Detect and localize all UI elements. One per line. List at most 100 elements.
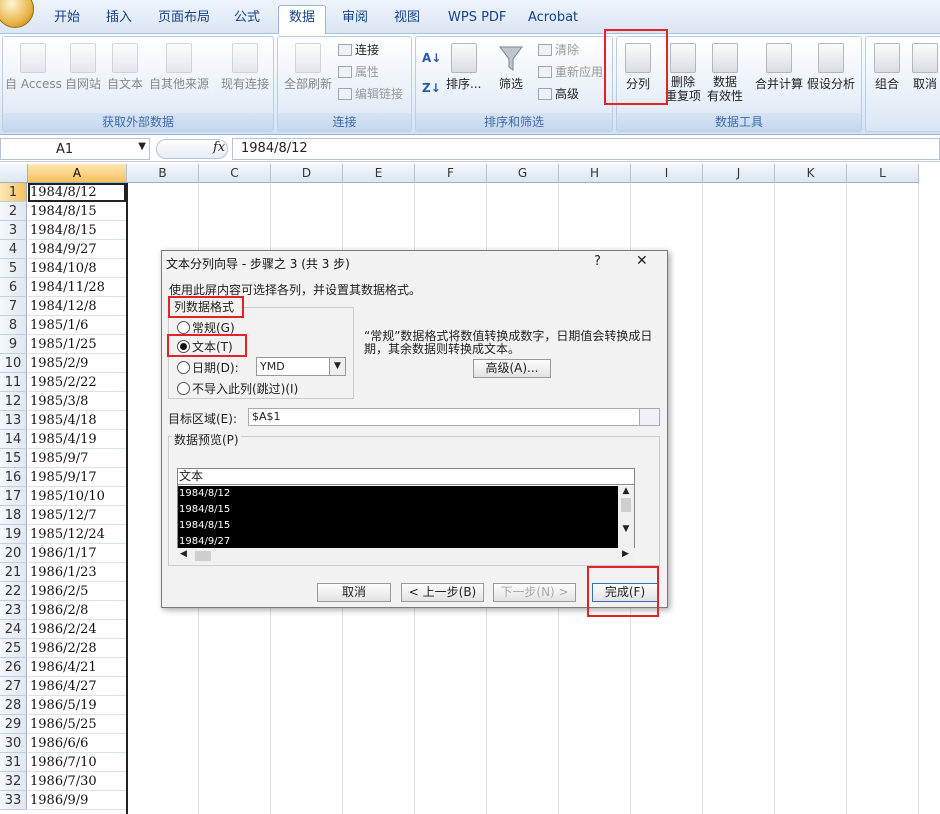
filter-button[interactable]: 筛选 bbox=[498, 43, 524, 92]
radio-skip-circle[interactable] bbox=[177, 382, 190, 395]
cell-a[interactable]: 1985/12/7 bbox=[28, 506, 126, 525]
next-button[interactable]: 下一步(N) > bbox=[493, 583, 576, 602]
row-header[interactable]: 16 bbox=[0, 468, 27, 487]
row-header[interactable]: 2 bbox=[0, 202, 27, 221]
cell-a[interactable]: 1985/12/24 bbox=[28, 525, 126, 544]
cell-a[interactable]: 1985/4/18 bbox=[28, 411, 126, 430]
row-header[interactable]: 10 bbox=[0, 354, 27, 373]
preview-horizontal-scrollbar[interactable]: ◀ ▶ bbox=[177, 549, 635, 563]
cell-a[interactable]: 1985/1/6 bbox=[28, 316, 126, 335]
row-header[interactable]: 12 bbox=[0, 392, 27, 411]
tab-data[interactable]: 数据 bbox=[278, 5, 327, 35]
cell-a[interactable]: 1986/2/24 bbox=[28, 620, 126, 639]
close-icon[interactable]: ✕ bbox=[636, 253, 648, 269]
radio-date[interactable]: 日期(D): bbox=[177, 359, 239, 376]
column-header-c[interactable]: C bbox=[199, 164, 271, 183]
name-box-dropdown-icon[interactable]: ▼ bbox=[138, 141, 146, 152]
row-header[interactable]: 7 bbox=[0, 297, 27, 316]
cell-a[interactable]: 1984/10/8 bbox=[28, 259, 126, 278]
cell-a[interactable]: 1984/11/28 bbox=[28, 278, 126, 297]
column-header-h[interactable]: H bbox=[559, 164, 631, 183]
cell-a[interactable]: 1985/2/9 bbox=[28, 354, 126, 373]
cell-a[interactable]: 1986/7/10 bbox=[28, 753, 126, 772]
row-header[interactable]: 22 bbox=[0, 582, 27, 601]
hscroll-thumb[interactable] bbox=[195, 551, 211, 561]
row-header[interactable]: 31 bbox=[0, 753, 27, 772]
scroll-left-icon[interactable]: ◀ bbox=[180, 549, 187, 559]
row-header[interactable]: 13 bbox=[0, 411, 27, 430]
column-header-e[interactable]: E bbox=[343, 164, 415, 183]
consolidate-button[interactable]: 合并计算 bbox=[755, 43, 803, 92]
scroll-right-icon[interactable]: ▶ bbox=[622, 549, 629, 559]
from-other-sources-button[interactable]: 自其他来源 bbox=[149, 43, 209, 92]
row-header[interactable]: 1 bbox=[0, 183, 27, 202]
scroll-up-icon[interactable]: ▲ bbox=[618, 486, 634, 496]
cell-a[interactable]: 1984/8/12 bbox=[28, 183, 126, 202]
cell-a[interactable]: 1986/7/30 bbox=[28, 772, 126, 791]
radio-date-circle[interactable] bbox=[177, 361, 190, 374]
cell-a[interactable]: 1985/10/10 bbox=[28, 487, 126, 506]
row-header[interactable]: 9 bbox=[0, 335, 27, 354]
tab-wps-pdf[interactable]: WPS PDF bbox=[438, 8, 516, 32]
edit-links-button[interactable]: 编辑链接 bbox=[338, 85, 403, 102]
refresh-all-button[interactable]: 全部刷新 bbox=[284, 43, 332, 92]
column-header-i[interactable]: I bbox=[631, 164, 703, 183]
row-header[interactable]: 27 bbox=[0, 677, 27, 696]
properties-button[interactable]: 属性 bbox=[338, 63, 379, 80]
cell-a[interactable]: 1986/4/27 bbox=[28, 677, 126, 696]
row-header[interactable]: 5 bbox=[0, 259, 27, 278]
column-header-b[interactable]: B bbox=[127, 164, 199, 183]
scroll-thumb[interactable] bbox=[621, 498, 631, 512]
cell-a[interactable]: 1986/4/21 bbox=[28, 658, 126, 677]
clear-button[interactable]: 清除 bbox=[538, 41, 579, 58]
row-header[interactable]: 6 bbox=[0, 278, 27, 297]
preview-vertical-scrollbar[interactable]: ▲ ▼ bbox=[618, 486, 634, 548]
cell-a[interactable]: 1984/8/15 bbox=[28, 202, 126, 221]
row-header[interactable]: 30 bbox=[0, 734, 27, 753]
reapply-button[interactable]: 重新应用 bbox=[538, 63, 603, 80]
cell-a[interactable]: 1986/1/17 bbox=[28, 544, 126, 563]
cell-a[interactable]: 1986/5/19 bbox=[28, 696, 126, 715]
sort-az-icon[interactable]: A↓ bbox=[422, 51, 441, 65]
collapse-dialog-icon[interactable] bbox=[639, 409, 659, 425]
connections-button[interactable]: 连接 bbox=[338, 41, 379, 58]
cell-a[interactable]: 1986/5/25 bbox=[28, 715, 126, 734]
column-header-g[interactable]: G bbox=[487, 164, 559, 183]
cell-a[interactable]: 1985/1/25 bbox=[28, 335, 126, 354]
cell-a[interactable]: 1984/8/15 bbox=[28, 221, 126, 240]
column-header-l[interactable]: L bbox=[847, 164, 919, 183]
cancel-button[interactable]: 取消 bbox=[317, 583, 391, 602]
advanced-button[interactable]: 高级(A)... bbox=[473, 359, 551, 378]
back-button[interactable]: < 上一步(B) bbox=[401, 583, 484, 602]
row-header[interactable]: 24 bbox=[0, 620, 27, 639]
row-header[interactable]: 21 bbox=[0, 563, 27, 582]
cell-a[interactable]: 1985/2/22 bbox=[28, 373, 126, 392]
what-if-analysis-button[interactable]: 假设分析 bbox=[807, 43, 855, 92]
radio-general-circle[interactable] bbox=[177, 321, 190, 334]
name-box[interactable]: A1 ▼ bbox=[0, 138, 150, 160]
row-header[interactable]: 20 bbox=[0, 544, 27, 563]
column-header-a[interactable]: A bbox=[28, 164, 127, 183]
cell-a[interactable]: 1985/4/19 bbox=[28, 430, 126, 449]
cell-a[interactable]: 1985/9/17 bbox=[28, 468, 126, 487]
cell-a[interactable]: 1986/2/8 bbox=[28, 601, 126, 620]
cell-a[interactable]: 1986/6/6 bbox=[28, 734, 126, 753]
date-format-select[interactable]: YMD ▼ bbox=[256, 357, 346, 376]
row-header[interactable]: 28 bbox=[0, 696, 27, 715]
cell-a[interactable]: 1986/2/5 bbox=[28, 582, 126, 601]
row-header[interactable]: 8 bbox=[0, 316, 27, 335]
tab-home[interactable]: 开始 bbox=[44, 8, 90, 32]
help-button[interactable]: ? bbox=[594, 254, 601, 269]
column-header-d[interactable]: D bbox=[271, 164, 343, 183]
from-access-button[interactable]: 自 Access bbox=[5, 43, 62, 92]
cell-a[interactable]: 1985/9/7 bbox=[28, 449, 126, 468]
row-header[interactable]: 33 bbox=[0, 791, 27, 810]
tab-formulas[interactable]: 公式 bbox=[224, 8, 270, 32]
radio-skip[interactable]: 不导入此列(跳过)(I) bbox=[177, 380, 298, 397]
row-header[interactable]: 18 bbox=[0, 506, 27, 525]
office-button[interactable] bbox=[0, 0, 34, 28]
formula-input[interactable]: 1984/8/12 bbox=[232, 138, 940, 160]
ungroup-button[interactable]: 取消 bbox=[912, 43, 938, 92]
tab-view[interactable]: 视图 bbox=[384, 8, 430, 32]
remove-duplicates-button[interactable]: 删除 重复项 bbox=[665, 43, 701, 103]
